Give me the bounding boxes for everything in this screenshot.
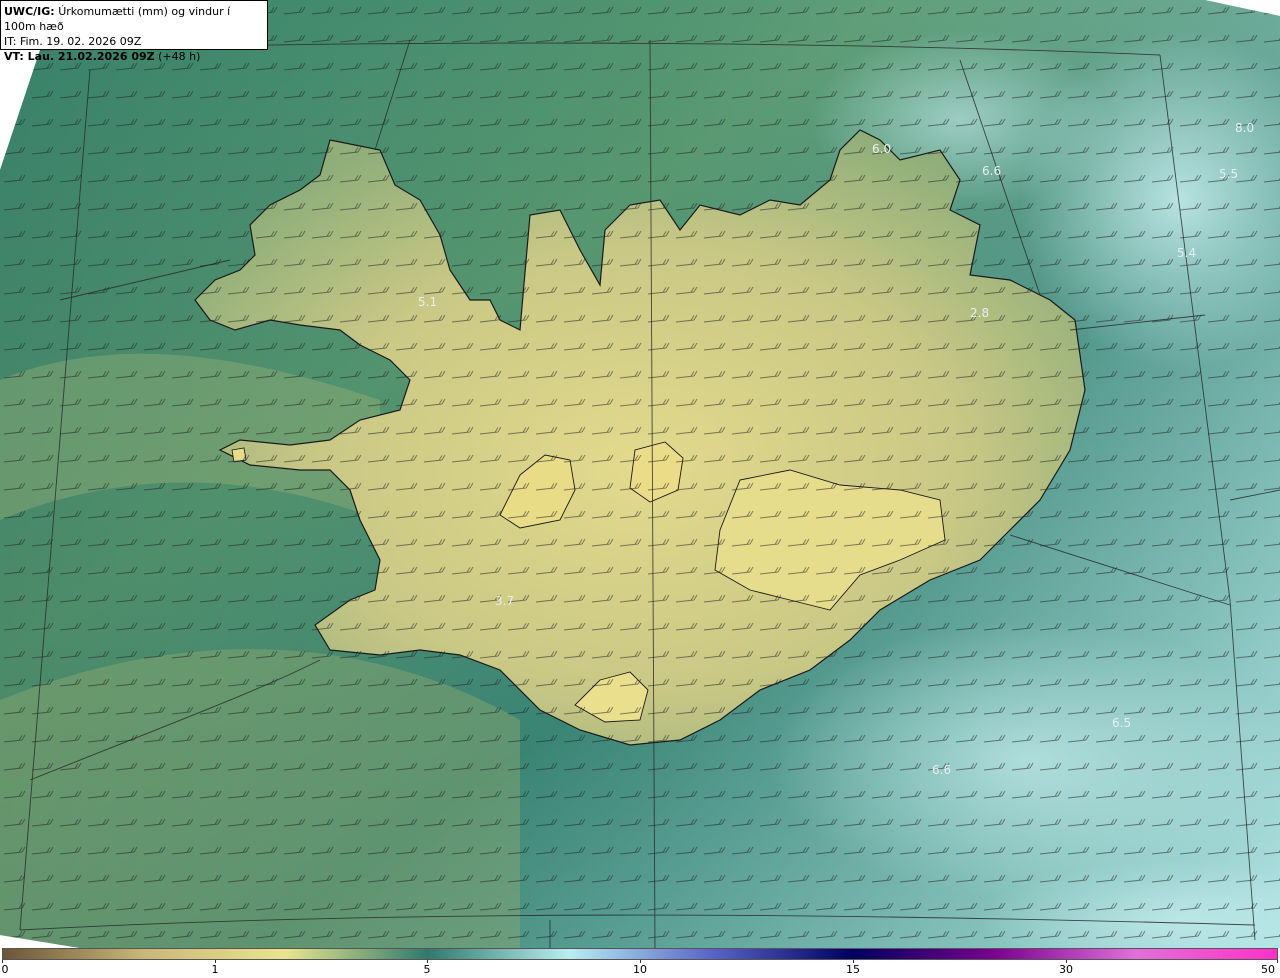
precipitation-map: 8.0 5.5 5.4 6.6 2.8 5.1 3.7 6.5 6.6 6.0 bbox=[0, 0, 1280, 948]
colorbar-tick-0: 0 bbox=[1, 963, 9, 976]
valid-offset: (+48 h) bbox=[158, 50, 201, 63]
map-label-east-inland: 2.8 bbox=[970, 306, 989, 320]
colorbar-tick-30: 30 bbox=[1059, 963, 1073, 976]
colorbar-tick-5: 5 bbox=[423, 963, 431, 976]
map-label-northeast-sea-3: 5.4 bbox=[1177, 246, 1196, 260]
map-title-box: UWC/IG: Úrkomumætti (mm) og vindur í 100… bbox=[0, 0, 268, 63]
map-label-westfjords: 5.1 bbox=[418, 295, 437, 309]
map-label-southeast-sea-2: 6.6 bbox=[932, 763, 951, 777]
colorbar-tick-10: 10 bbox=[633, 963, 647, 976]
map-label-north-coast: 6.6 bbox=[982, 164, 1001, 178]
map-label-northeast-sea-2: 5.5 bbox=[1219, 167, 1238, 181]
colorbar-tick-50: 50 bbox=[1261, 963, 1275, 976]
colorbar-tick-1: 1 bbox=[211, 963, 219, 976]
colorbar-tick-15: 15 bbox=[846, 963, 860, 976]
map-label-southwest-inland: 3.7 bbox=[495, 594, 514, 608]
colorbar-strip bbox=[2, 948, 1278, 960]
wind-barbs-layer bbox=[0, 0, 1280, 948]
map-label-southeast-sea-1: 6.5 bbox=[1112, 716, 1131, 730]
map-label-northeast-sea-1: 8.0 bbox=[1235, 121, 1254, 135]
initial-time: IT: Fim. 19. 02. 2026 09Z bbox=[4, 35, 142, 48]
valid-time: VT: Lau. 21.02.2026 09Z bbox=[4, 50, 155, 63]
model-name: UWC/IG: bbox=[4, 5, 55, 18]
map-label-north-sea-small: 6.0 bbox=[872, 142, 891, 156]
colorbar: 0 1 5 10 15 30 50 bbox=[0, 948, 1280, 978]
